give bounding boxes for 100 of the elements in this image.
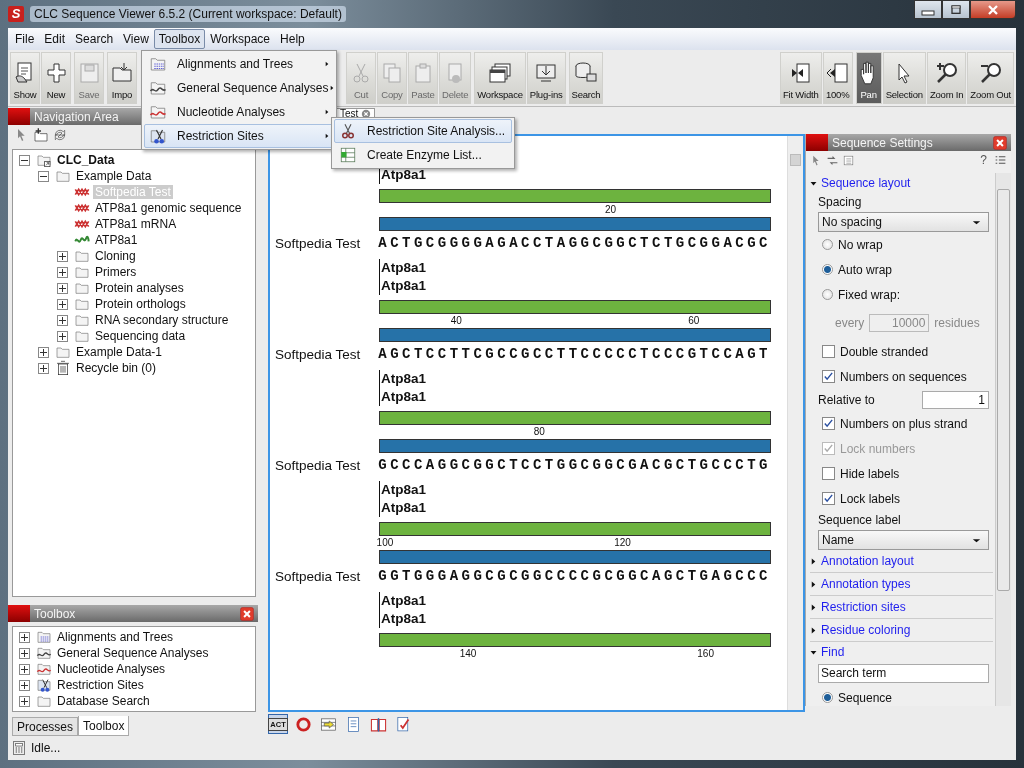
checkbox[interactable] <box>822 492 835 505</box>
expand-toggle[interactable] <box>19 647 30 659</box>
section-toggle[interactable]: Annotation layout <box>810 550 993 573</box>
toolbar-button[interactable] <box>52 127 68 143</box>
expand-toggle[interactable] <box>57 266 68 278</box>
input-field[interactable]: 1 <box>922 391 989 409</box>
collapse-toggle[interactable] <box>19 154 30 166</box>
collapse-toggle[interactable] <box>38 170 49 182</box>
tree-item[interactable]: Primers <box>93 265 139 279</box>
checkbox[interactable] <box>822 370 835 383</box>
scrollbar[interactable] <box>995 173 1011 706</box>
radio-option[interactable]: No wrap <box>810 232 993 257</box>
tab[interactable]: Toolbox <box>78 716 130 736</box>
expand-toggle[interactable] <box>19 695 30 707</box>
checkbox-option[interactable]: Numbers on plus strand <box>810 411 993 436</box>
toolbar-button[interactable] <box>33 127 49 143</box>
section-toggle[interactable]: Residue coloring <box>810 619 993 642</box>
checkbox-option[interactable]: Double stranded <box>810 339 993 364</box>
toolbar-button[interactable]: Zoom Out <box>967 52 1014 104</box>
dropdown[interactable]: Name <box>818 530 989 550</box>
expand-toggle[interactable] <box>57 314 68 326</box>
section-toggle[interactable]: Annotation types <box>810 573 993 596</box>
expand-toggle[interactable] <box>38 362 49 374</box>
checkbox[interactable] <box>822 417 835 430</box>
expand-toggle[interactable] <box>57 298 68 310</box>
expand-toggle[interactable] <box>19 679 30 691</box>
close-button[interactable] <box>970 0 1016 19</box>
toolbar-button[interactable]: Selection <box>882 52 926 104</box>
toolbar-button[interactable]: 100% <box>822 52 853 104</box>
tree-item[interactable]: Sequencing data <box>93 329 188 343</box>
radio-option[interactable]: Sequence <box>810 685 993 706</box>
expand-toggle[interactable] <box>19 631 30 643</box>
radio-option[interactable]: Auto wrap <box>810 257 993 282</box>
tree-item[interactable]: Protein orthologs <box>93 297 188 311</box>
section-toggle[interactable]: Sequence layout <box>810 173 993 193</box>
maximize-button[interactable] <box>942 0 970 19</box>
view-button[interactable] <box>293 714 313 734</box>
menu-item[interactable]: File <box>10 29 40 49</box>
tree-item[interactable]: Protein analyses <box>93 281 186 295</box>
radio-button[interactable] <box>822 264 833 275</box>
radio-option[interactable]: Fixed wrap: <box>810 282 993 307</box>
radio-button[interactable] <box>822 692 833 703</box>
menu-item[interactable]: Workspace <box>205 29 276 49</box>
tree-item[interactable]: ATP8a1 genomic sequence <box>93 201 244 215</box>
toolbar-button[interactable]: Workspace <box>474 52 526 104</box>
menu-item[interactable]: Nucleotide Analyses <box>144 100 334 124</box>
menu-item[interactable]: Alignments and Trees <box>144 52 334 76</box>
tree-item[interactable]: ATP8a1 mRNA <box>93 217 179 231</box>
toolbar-button[interactable] <box>994 153 1007 167</box>
tree-item[interactable]: Nucleotide Analyses <box>55 662 168 676</box>
tree-item[interactable]: Database Search <box>55 694 152 708</box>
dropdown[interactable]: No spacing <box>818 212 989 232</box>
toolbar-button[interactable]: Search <box>568 52 604 104</box>
input-field[interactable]: Search term <box>818 664 989 683</box>
tree-item[interactable]: Alignments and Trees <box>55 630 176 644</box>
scrollbar[interactable] <box>787 136 803 710</box>
tree-item[interactable]: ATP8a1 <box>93 233 140 247</box>
checkbox[interactable] <box>822 345 835 358</box>
menu-item[interactable]: Search <box>70 29 119 49</box>
expand-toggle[interactable] <box>57 250 68 262</box>
menu-item[interactable]: Edit <box>39 29 71 49</box>
menu-item[interactable]: Restriction Site Analysis... <box>334 119 512 143</box>
toolbar-button[interactable]: Show <box>10 52 40 104</box>
menu-item[interactable]: Restriction Sites <box>144 124 334 148</box>
checkbox-option[interactable]: Lock labels <box>810 486 993 511</box>
menu-item[interactable]: Help <box>275 29 310 49</box>
tree-item[interactable]: CLC_Data <box>55 153 117 167</box>
tree-item[interactable]: Example Data <box>74 169 154 183</box>
tree-item[interactable]: Restriction Sites <box>55 678 146 692</box>
expand-toggle[interactable] <box>57 282 68 294</box>
expand-toggle[interactable] <box>38 346 49 358</box>
menu-item[interactable]: Create Enzyme List... <box>334 143 512 167</box>
tab[interactable]: Processes <box>12 717 79 736</box>
toolbar-button[interactable]: Plug-ins <box>526 52 566 104</box>
menu-item[interactable]: Toolbox <box>153 29 206 49</box>
checkbox-option[interactable]: Hide labels <box>810 461 993 486</box>
radio-button[interactable] <box>822 289 833 300</box>
section-toggle[interactable]: Find <box>810 642 993 662</box>
toolbar-button[interactable]: Impo <box>107 52 137 104</box>
menu-item[interactable]: General Sequence Analyses <box>144 76 334 100</box>
tree-item[interactable]: RNA secondary structure <box>93 313 231 327</box>
minimize-button[interactable] <box>914 0 942 19</box>
tree-item[interactable]: General Sequence Analyses <box>55 646 211 660</box>
toolbar-button[interactable]: Pan <box>855 52 882 104</box>
tree-item[interactable]: Cloning <box>93 249 138 263</box>
tree-item[interactable]: Recycle bin (0) <box>74 361 159 375</box>
menu-item[interactable]: View <box>118 29 154 49</box>
close-button[interactable] <box>240 606 254 621</box>
toolbar-button[interactable]: Zoom In <box>926 52 967 104</box>
section-toggle[interactable]: Restriction sites <box>810 596 993 619</box>
tree-item[interactable]: Example Data-1 <box>74 345 165 359</box>
toolbar-button[interactable]: Fit Width <box>779 52 822 104</box>
checkbox-option[interactable]: Numbers on sequences <box>810 364 993 389</box>
checkbox[interactable] <box>822 467 835 480</box>
close-button[interactable] <box>993 135 1007 150</box>
expand-toggle[interactable] <box>57 330 68 342</box>
help-button[interactable]: ? <box>980 153 987 167</box>
radio-button[interactable] <box>822 239 833 250</box>
expand-toggle[interactable] <box>19 663 30 675</box>
toolbar-button[interactable]: New <box>41 52 71 104</box>
